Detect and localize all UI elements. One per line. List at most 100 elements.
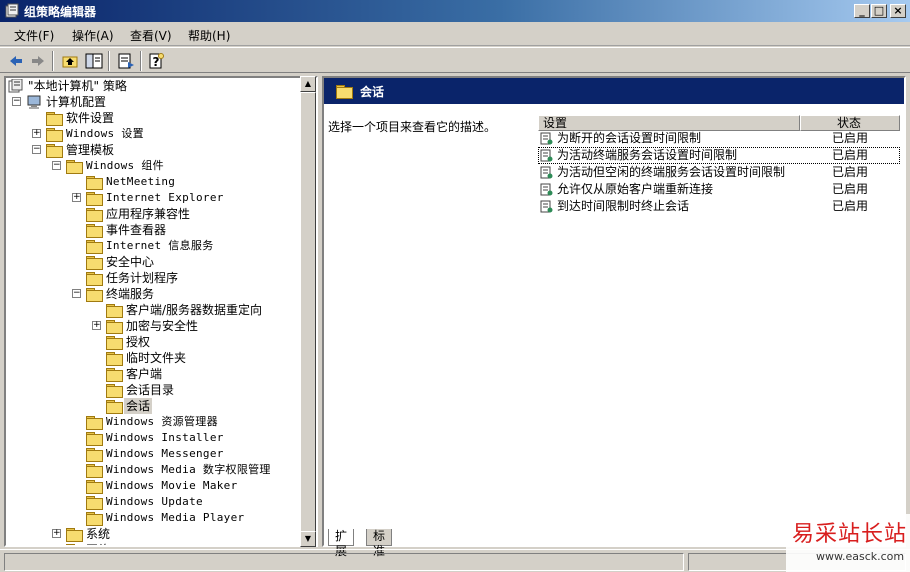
tree-item-label: 终端服务 [106, 287, 155, 301]
tree-item-label: Windows Media 数字权限管理 [106, 463, 271, 476]
tree-item-label: Internet Explorer [106, 191, 224, 204]
folder-icon [86, 256, 103, 270]
toolbar-separator [52, 51, 54, 71]
folder-icon [106, 368, 123, 382]
expand-expander-icon[interactable]: + [92, 321, 101, 330]
policy-row[interactable]: 为活动但空闲的终端服务会话设置时间限制 已启用 [538, 164, 900, 181]
policy-setting-icon [540, 166, 553, 179]
tree-item-label: 临时文件夹 [126, 351, 187, 365]
menu-file[interactable]: 文件(F) [14, 27, 54, 44]
tree-item-label: Windows Media Player [106, 511, 245, 524]
scroll-up-button[interactable]: ▲ [300, 76, 316, 92]
collapse-expander-icon[interactable]: − [32, 145, 41, 154]
folder-open-icon [46, 144, 63, 158]
folder-icon [86, 240, 103, 254]
tab-extended[interactable]: 扩展 [328, 529, 355, 558]
collapse-expander-icon[interactable]: − [72, 289, 81, 298]
folder-open-icon [66, 160, 83, 174]
group-policy-app-icon [5, 3, 19, 18]
watermark: 易采站长站 www.easck.com [786, 514, 910, 572]
folder-icon [86, 464, 103, 478]
tree-item-label: Windows Movie Maker [106, 479, 238, 492]
folder-icon [46, 112, 63, 126]
folder-icon [86, 512, 103, 526]
maximize-button[interactable]: □ [871, 4, 887, 18]
watermark-url: www.easck.com [816, 550, 905, 563]
collapse-expander-icon[interactable]: − [52, 161, 61, 170]
help-icon[interactable]: ? [146, 51, 166, 71]
policy-setting-icon [540, 183, 553, 196]
policy-name: 为活动但空闲的终端服务会话设置时间限制 [557, 165, 786, 179]
folder-icon [106, 336, 123, 350]
tree-item-label: 管理模板 [66, 143, 115, 157]
tree-scrollbar[interactable]: ▲ ▼ [300, 76, 316, 547]
scroll-thumb[interactable] [300, 92, 316, 532]
tree-item-label: Windows 资源管理器 [106, 415, 218, 428]
minimize-button[interactable]: _ [854, 4, 870, 18]
column-header-setting[interactable]: 设置 [538, 115, 800, 131]
expand-expander-icon[interactable]: + [72, 193, 81, 202]
tree-pane[interactable]: "本地计算机" 策略 − 计算机配置 软件设置 + Windows 设置 − 管… [4, 76, 318, 547]
policy-row[interactable]: 为断开的会话设置时间限制 已启用 [538, 130, 900, 147]
back-arrow-icon[interactable] [6, 51, 26, 71]
policy-state: 已启用 [832, 165, 869, 179]
collapse-expander-icon[interactable]: − [12, 97, 21, 106]
folder-icon [46, 128, 63, 142]
tree-item-label: 网络 [86, 542, 110, 545]
status-bar [0, 549, 910, 572]
policy-row[interactable]: 允许仅从原始客户端重新连接 已启用 [538, 181, 900, 198]
policy-state: 已启用 [832, 131, 869, 145]
tree-item-label: 事件查看器 [106, 223, 167, 237]
menu-bar: 文件(F) 操作(A) 查看(V) 帮助(H) [0, 22, 910, 46]
policy-row[interactable]: 到达时间限制时终止会话 已启用 [538, 198, 900, 215]
tree-item-label: 应用程序兼容性 [106, 207, 191, 221]
folder-icon [106, 352, 123, 366]
forward-arrow-icon[interactable] [28, 51, 48, 71]
policy-state: 已启用 [832, 148, 869, 162]
policy-name: 为断开的会话设置时间限制 [557, 131, 702, 145]
expand-expander-icon[interactable]: + [32, 129, 41, 138]
tab-standard[interactable]: 标准 [366, 529, 393, 558]
show-hide-tree-icon[interactable] [84, 51, 104, 71]
status-panel-main [4, 553, 684, 571]
tree-item-label: 授权 [126, 335, 151, 349]
folder-icon [86, 480, 103, 494]
expand-expander-icon[interactable]: + [53, 545, 61, 546]
expand-expander-icon[interactable]: + [52, 529, 61, 538]
folder-icon [86, 416, 103, 430]
description-text: 选择一个项目来查看它的描述。 [328, 120, 497, 134]
folder-icon [86, 496, 103, 510]
folder-icon [336, 85, 353, 99]
folder-icon [86, 224, 103, 238]
menu-action[interactable]: 操作(A) [72, 27, 114, 44]
policy-name: 允许仅从原始客户端重新连接 [557, 182, 714, 196]
scroll-down-button[interactable]: ▼ [300, 531, 316, 547]
tree-item-label: Windows 组件 [86, 159, 164, 172]
export-list-icon[interactable] [116, 51, 136, 71]
details-pane: 会话 选择一个项目来查看它的描述。 设置 状态 为断开的会话设置时间限制 已启用… [322, 76, 906, 547]
folder-icon [86, 176, 103, 190]
close-button[interactable]: × [890, 4, 906, 18]
up-folder-icon[interactable] [60, 51, 80, 71]
policy-setting-icon [540, 132, 553, 145]
details-header: 会话 [324, 78, 904, 104]
column-header-state[interactable]: 状态 [800, 115, 900, 131]
toolbar: ? [0, 47, 910, 73]
menu-help[interactable]: 帮助(H) [188, 27, 230, 44]
policy-state: 已启用 [832, 182, 869, 196]
policy-row[interactable]: 为活动终端服务会话设置时间限制 已启用 [538, 147, 900, 164]
computer-icon [27, 95, 41, 109]
title-bar: 组策略编辑器 _ □ × [0, 0, 910, 22]
folder-icon [66, 544, 82, 545]
tree-item-label: 会话 [124, 398, 153, 414]
window-title: 组策略编辑器 [24, 5, 97, 19]
folder-icon [86, 192, 103, 206]
tree-item-label: "本地计算机" 策略 [28, 79, 127, 93]
menu-view[interactable]: 查看(V) [130, 27, 172, 44]
watermark-text: 易采站长站 [792, 522, 908, 547]
policy-name: 为活动终端服务会话设置时间限制 [557, 148, 738, 162]
tree-item-label: 系统 [86, 527, 111, 541]
folder-icon [86, 432, 103, 446]
folder-open-icon [86, 288, 103, 302]
folder-icon [106, 304, 123, 318]
